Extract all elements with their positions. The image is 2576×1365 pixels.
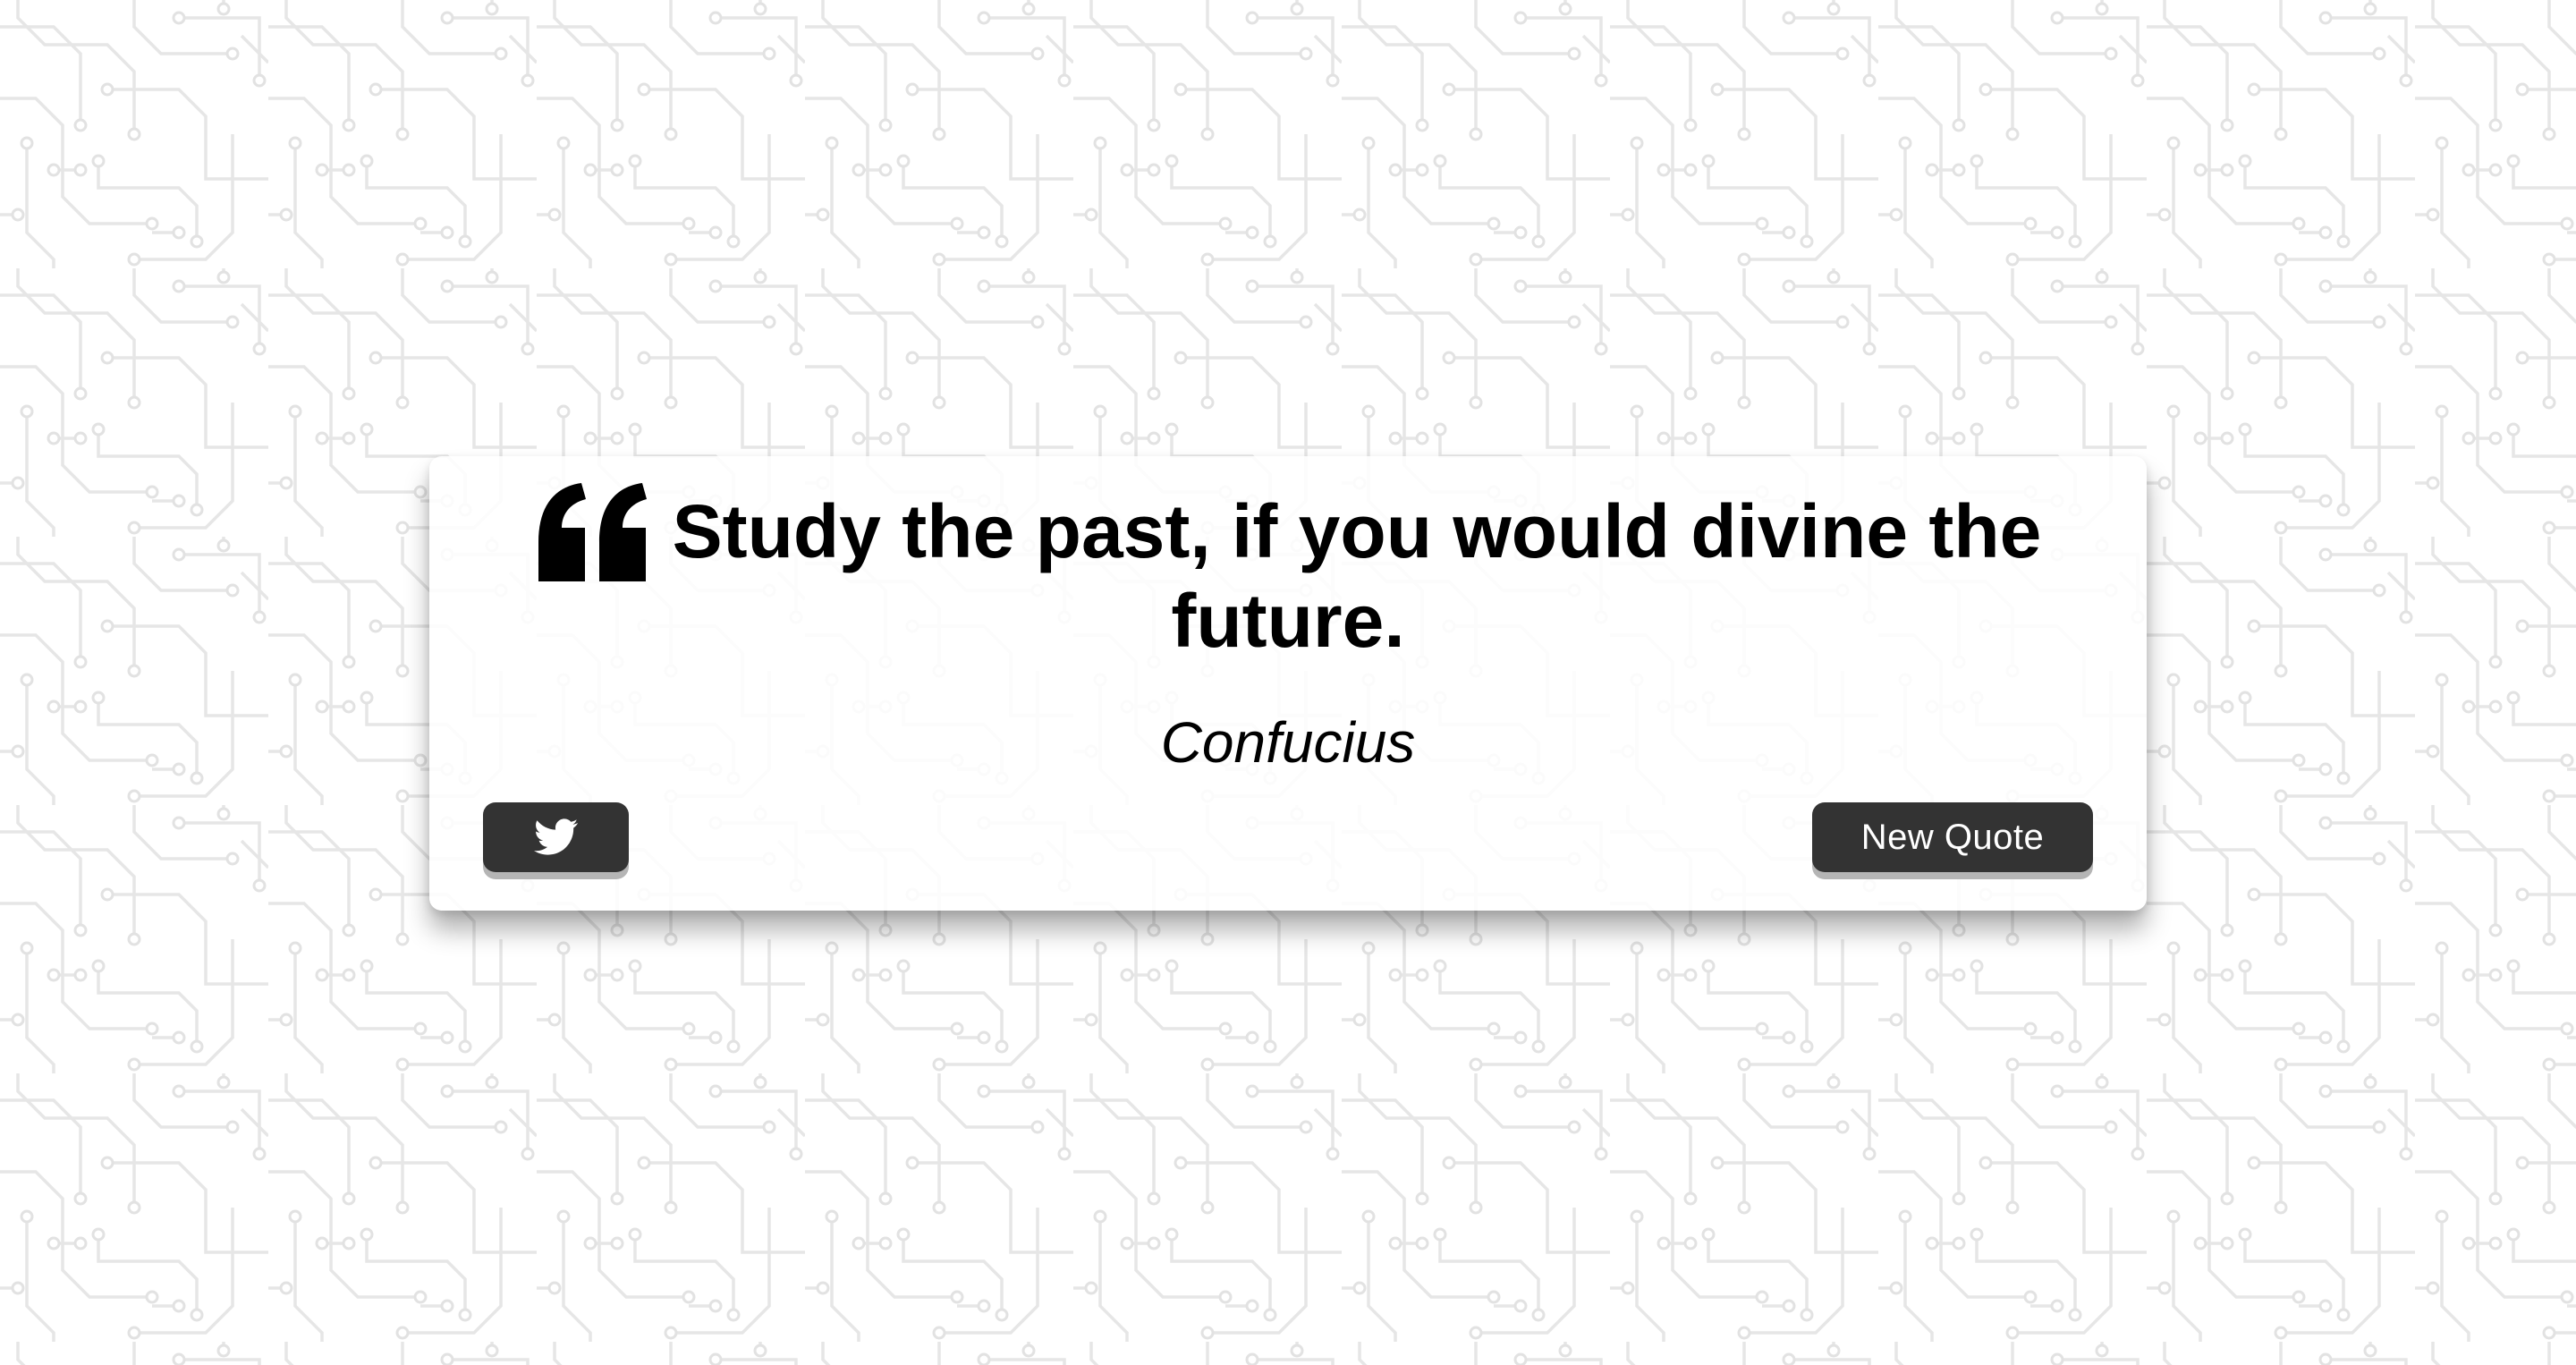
- quote-box: Study the past, if you would divine the …: [429, 456, 2147, 911]
- new-quote-button[interactable]: New Quote: [1812, 802, 2093, 872]
- quote-text-container: Study the past, if you would divine the …: [465, 483, 2111, 663]
- quote-text: Study the past, if you would divine the …: [672, 489, 2042, 663]
- tweet-button[interactable]: [483, 802, 629, 872]
- quote-left-icon: [535, 481, 651, 581]
- quote-author: Confucius: [1160, 710, 1416, 775]
- twitter-icon: [533, 818, 579, 857]
